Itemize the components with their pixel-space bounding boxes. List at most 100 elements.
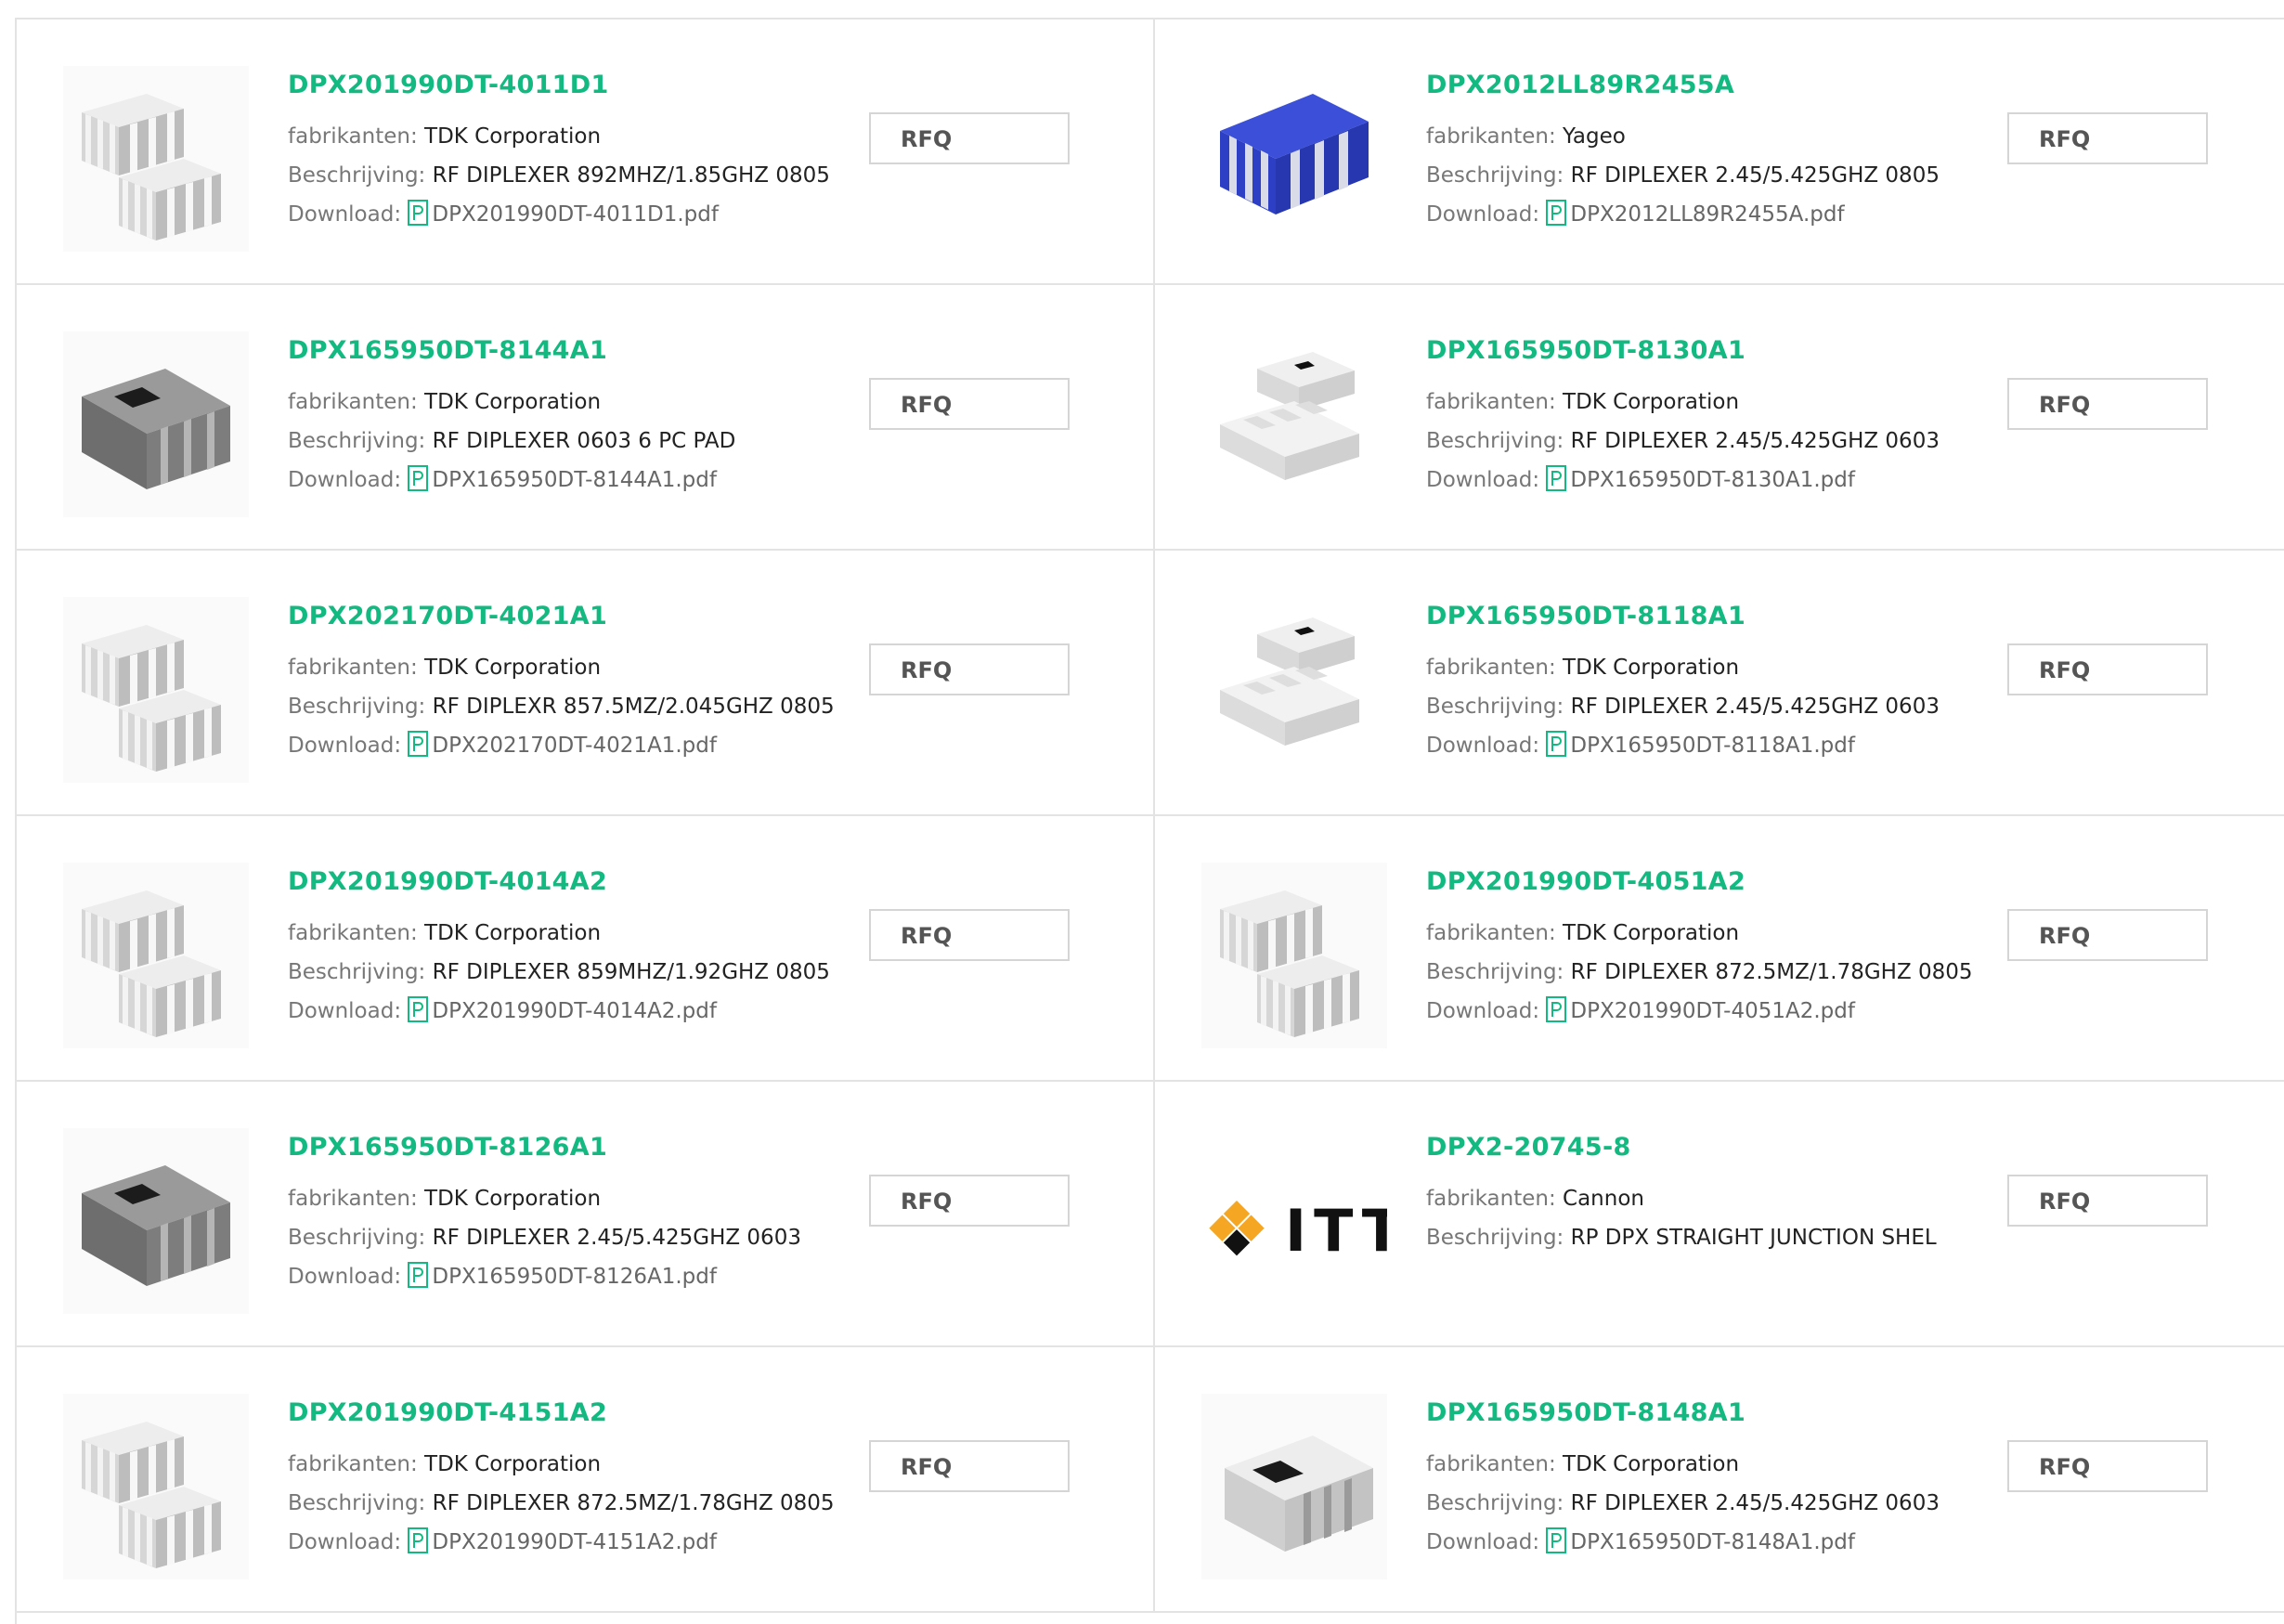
- rfq-button[interactable]: RFQ: [2007, 643, 2208, 695]
- datasheet-filename: DPX202170DT-4021A1.pdf: [432, 734, 717, 758]
- description-row: Beschrijving: RF DIPLEXER 892MHZ/1.85GHZ…: [288, 156, 863, 195]
- description-row: Beschrijving: RF DIPLEXER 872.5MZ/1.78GH…: [288, 1484, 863, 1523]
- rfq-button[interactable]: RFQ: [2007, 1175, 2208, 1227]
- manufacturer-label: fabrikanten:: [288, 656, 418, 680]
- product-title-link[interactable]: DPX201990DT-4051A2: [1426, 864, 2002, 901]
- tdk-two-chips-icon[interactable]: [63, 863, 249, 1048]
- rfq-button[interactable]: RFQ: [2007, 1440, 2208, 1492]
- pdf-icon: [408, 200, 429, 226]
- datasheet-link[interactable]: DPX201990DT-4014A2.pdf: [408, 996, 717, 1023]
- description-row: Beschrijving: RF DIPLEXER 0603 6 PC PAD: [288, 422, 863, 461]
- rfq-button[interactable]: RFQ: [2007, 112, 2208, 164]
- manufacturer-label: fabrikanten:: [288, 124, 418, 149]
- datasheet-filename: DPX201990DT-4014A2.pdf: [432, 999, 717, 1023]
- pdf-icon: [1546, 465, 1567, 491]
- itt-logo[interactable]: ITT: [1201, 1128, 1387, 1314]
- datasheet-link[interactable]: DPX2012LL89R2455A.pdf: [1546, 200, 1845, 227]
- product-card: DPX165950DT-8144A1 fabrikanten: TDK Corp…: [17, 285, 1155, 551]
- product-title-link[interactable]: DPX165950DT-8118A1: [1426, 598, 2002, 635]
- datasheet-link[interactable]: DPX202170DT-4021A1.pdf: [408, 731, 717, 758]
- description-value: RP DPX STRAIGHT JUNCTION SHEL: [1570, 1226, 1937, 1250]
- datasheet-link[interactable]: DPX165950DT-8148A1.pdf: [1546, 1527, 1855, 1554]
- description-label: Beschrijving:: [1426, 429, 1564, 453]
- dark-chip-icon[interactable]: [63, 1128, 249, 1314]
- datasheet-link[interactable]: DPX165950DT-8144A1.pdf: [408, 465, 717, 492]
- datasheet-link[interactable]: DPX201990DT-4051A2.pdf: [1546, 996, 1855, 1023]
- product-info: DPX165950DT-8126A1 fabrikanten: TDK Corp…: [288, 1129, 863, 1296]
- product-info: DPX201990DT-4011D1 fabrikanten: TDK Corp…: [288, 67, 863, 234]
- manufacturer-row: fabrikanten: TDK Corporation: [1426, 1445, 2002, 1484]
- product-card: DPX2012LL89R2455A fabrikanten: Yageo Bes…: [1155, 19, 2284, 285]
- description-label: Beschrijving:: [1426, 163, 1564, 188]
- product-title-link[interactable]: DPX201990DT-4151A2: [288, 1395, 863, 1432]
- description-label: Beschrijving:: [1426, 1226, 1564, 1250]
- rfq-button[interactable]: RFQ: [2007, 378, 2208, 430]
- product-title-link[interactable]: DPX201990DT-4014A2: [288, 864, 863, 901]
- tdk-two-chips-icon[interactable]: [63, 66, 249, 252]
- product-title-link[interactable]: DPX165950DT-8148A1: [1426, 1395, 2002, 1432]
- download-label: Download:: [1426, 734, 1540, 758]
- tdk-two-chips-icon[interactable]: [63, 1394, 249, 1579]
- description-row: Beschrijving: RF DIPLEXER 2.45/5.425GHZ …: [1426, 687, 2002, 726]
- dark-chip-icon[interactable]: [63, 331, 249, 517]
- datasheet-filename: DPX165950DT-8148A1.pdf: [1570, 1530, 1855, 1554]
- product-grid: DPX201990DT-4011D1 fabrikanten: TDK Corp…: [15, 18, 2284, 1624]
- download-label: Download:: [1426, 999, 1540, 1023]
- pdf-icon: [408, 1527, 429, 1553]
- product-title-link[interactable]: DPX165950DT-8144A1: [288, 332, 863, 370]
- rfq-button[interactable]: RFQ: [869, 378, 1070, 430]
- svg-text:ITT: ITT: [1285, 1197, 1387, 1265]
- datasheet-link[interactable]: DPX201990DT-4011D1.pdf: [408, 200, 719, 227]
- product-title-link[interactable]: DPX2-20745-8: [1426, 1129, 2002, 1166]
- manufacturer-row: fabrikanten: TDK Corporation: [288, 383, 863, 422]
- rfq-button[interactable]: RFQ: [869, 643, 1070, 695]
- product-info: DPX2-20745-8 fabrikanten: Cannon Beschri…: [1426, 1129, 2002, 1257]
- datasheet-link[interactable]: DPX201990DT-4151A2.pdf: [408, 1527, 717, 1554]
- datasheet-link[interactable]: DPX165950DT-8118A1.pdf: [1546, 731, 1855, 758]
- description-value: RF DIPLEXR 857.5MZ/2.045GHZ 0805: [432, 695, 835, 719]
- download-row: Download: DPX2012LL89R2455A.pdf: [1426, 195, 2002, 234]
- pdf-icon: [1546, 200, 1567, 226]
- product-card: DPX165950DT-8130A1 fabrikanten: TDK Corp…: [1155, 285, 2284, 551]
- product-card: DPX201990DT-4151A2 fabrikanten: TDK Corp…: [17, 1347, 1155, 1613]
- product-info: DPX202170DT-4021A1 fabrikanten: TDK Corp…: [288, 598, 863, 765]
- product-info: DPX2012LL89R2455A fabrikanten: Yageo Bes…: [1426, 67, 2002, 234]
- product-title-link[interactable]: DPX165950DT-8130A1: [1426, 332, 2002, 370]
- blue-chip-icon[interactable]: [1201, 66, 1387, 252]
- description-label: Beschrijving:: [288, 163, 426, 188]
- tdk-two-chips-icon[interactable]: [63, 597, 249, 783]
- rfq-button[interactable]: RFQ: [2007, 909, 2208, 961]
- white-chips-icon[interactable]: [1201, 331, 1387, 517]
- description-value: RF DIPLEXER 2.45/5.425GHZ 0603: [1570, 429, 1940, 453]
- download-label: Download:: [288, 999, 402, 1023]
- rfq-button[interactable]: RFQ: [869, 909, 1070, 961]
- description-label: Beschrijving:: [1426, 960, 1564, 984]
- description-value: RF DIPLEXER 872.5MZ/1.78GHZ 0805: [1570, 960, 1973, 984]
- rfq-button[interactable]: RFQ: [869, 1175, 1070, 1227]
- tdk-two-chips-icon[interactable]: [1201, 863, 1387, 1048]
- product-title-link[interactable]: DPX201990DT-4011D1: [288, 67, 863, 104]
- product-title-link[interactable]: DPX202170DT-4021A1: [288, 598, 863, 635]
- manufacturer-value: TDK Corporation: [424, 921, 602, 945]
- manufacturer-label: fabrikanten:: [1426, 656, 1556, 680]
- product-title-link[interactable]: DPX165950DT-8126A1: [288, 1129, 863, 1166]
- manufacturer-label: fabrikanten:: [288, 1187, 418, 1211]
- download-label: Download:: [288, 734, 402, 758]
- download-label: Download:: [288, 202, 402, 227]
- product-title-link[interactable]: DPX2012LL89R2455A: [1426, 67, 2002, 104]
- description-value: RF DIPLEXER 859MHZ/1.92GHZ 0805: [432, 960, 830, 984]
- rfq-button[interactable]: RFQ: [869, 1440, 1070, 1492]
- product-info: DPX201990DT-4151A2 fabrikanten: TDK Corp…: [288, 1395, 863, 1562]
- datasheet-link[interactable]: DPX165950DT-8126A1.pdf: [408, 1262, 717, 1289]
- manufacturer-label: fabrikanten:: [288, 390, 418, 414]
- manufacturer-label: fabrikanten:: [1426, 1187, 1556, 1211]
- manufacturer-value: TDK Corporation: [424, 1452, 602, 1476]
- datasheet-link[interactable]: DPX165950DT-8130A1.pdf: [1546, 465, 1855, 492]
- rfq-button[interactable]: RFQ: [869, 112, 1070, 164]
- product-info: DPX165950DT-8130A1 fabrikanten: TDK Corp…: [1426, 332, 2002, 500]
- datasheet-filename: DPX165950DT-8126A1.pdf: [432, 1265, 717, 1289]
- product-info: DPX165950DT-8144A1 fabrikanten: TDK Corp…: [288, 332, 863, 500]
- download-row: Download: DPX165950DT-8126A1.pdf: [288, 1257, 863, 1296]
- white-chips-icon[interactable]: [1201, 597, 1387, 783]
- single-chip-icon[interactable]: [1201, 1394, 1387, 1579]
